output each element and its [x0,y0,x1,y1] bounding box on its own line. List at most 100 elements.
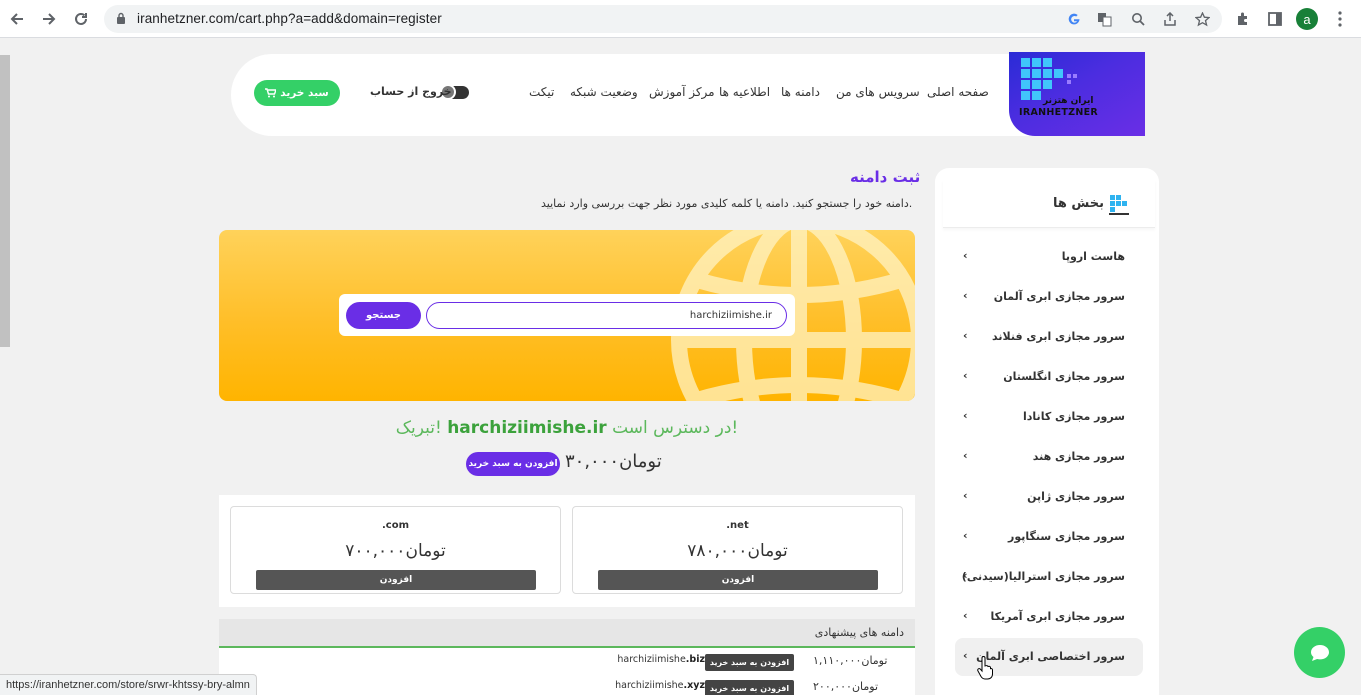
tld-price: ۷۸۰,۰۰۰تومان [687,541,788,561]
cart-icon [265,88,277,98]
sidebar-item-vps-singapore[interactable]: سرور مجازی سنگاپور ‹ [955,518,1143,556]
suggestion-row: ۱,۱۱۰,۰۰۰تومان افزودن به سبد خرید harchi… [219,649,915,673]
suggestion-price: ۲۰۰,۰۰۰تومان [813,680,879,693]
sidebar-item-label: سرور مجازی انگلستان [1003,370,1125,383]
chevron-left-icon: ‹ [963,649,968,662]
logo-text-fa: ایران هتزنر [1043,96,1094,106]
sidebar-item-vps-germany[interactable]: سرور مجازی ابری آلمان ‹ [955,278,1143,316]
logo-text-en: IRANHETZNER [1019,107,1099,118]
add-to-cart-button[interactable]: افزودن به سبد خرید [466,452,560,476]
sidebar-item-label: سرور مجازی کانادا [1023,410,1125,423]
sidebar-item-vps-india[interactable]: سرور مجازی هند ‹ [955,438,1143,476]
sidebar-item-vps-usa[interactable]: سرور مجازی ابری آمریکا ‹ [955,598,1143,636]
suggestion-domain-name: harchiziimishe [615,680,684,691]
chevron-left-icon: ‹ [963,369,968,382]
tld-card: .com ۷۰۰,۰۰۰تومان افزودن [230,506,561,594]
suggestion-row: ۲۰۰,۰۰۰تومان افزودن به سبد خرید harchizi… [219,675,915,695]
sidebar-item-label: سرور مجازی ابری آمریکا [990,610,1125,623]
forward-icon[interactable] [38,8,60,30]
chevron-left-icon: ‹ [963,329,968,342]
chevron-left-icon: ‹ [963,529,968,542]
share-icon[interactable] [1162,11,1178,27]
sidebar-item-label: سرور مجازی استرالیا(سیدنی) [961,570,1125,583]
chevron-left-icon: ‹ [963,489,968,502]
browser-toolbar: iranhetzner.com/cart.php?a=add&domain=re… [0,0,1361,38]
zoom-icon[interactable] [1130,11,1146,27]
suggestion-domain-name: harchiziimishe [617,654,686,665]
suggestion-add-button[interactable]: افزودن به سبد خرید [705,680,794,695]
google-icon[interactable] [1066,11,1082,27]
sidebar-item-vps-finland[interactable]: سرور مجازی ابری فنلاند ‹ [955,318,1143,356]
tld-add-button[interactable]: افزودن [256,570,536,590]
search-button[interactable]: جستجو [346,302,421,329]
lock-icon [117,12,125,24]
sidebar-item-label: سرور مجازی ابری آلمان [993,290,1125,303]
nav-knowledgebase[interactable]: مرکز آموزش [649,85,715,99]
address-bar[interactable]: iranhetzner.com/cart.php?a=add&domain=re… [104,5,1222,33]
more-menu-icon[interactable] [1330,9,1350,29]
chevron-left-icon: ‹ [963,569,968,582]
logout-link[interactable]: خروج از حساب [370,85,452,98]
suggestion-domain: harchiziimishe.biz [617,654,705,665]
page-scrollbar[interactable] [0,55,10,347]
page-description: دامنه خود را جستجو کنید. دامنه یا کلمه ک… [541,197,913,210]
suggestion-domain-tld: .xyz [683,680,705,691]
nav-announcements[interactable]: اطلاعیه ها [719,85,770,99]
suggestion-price: ۱,۱۱۰,۰۰۰تومان [813,654,888,667]
suggestion-add-button[interactable]: افزودن به سبد خرید [705,654,794,671]
extensions-icon[interactable] [1233,9,1253,29]
sidebar-item-label: سرور اختصاصی ابری آلمان [976,650,1125,663]
tld-add-button[interactable]: افزودن [598,570,878,590]
sidebar-item-label: سرور مجازی ژاپن [1027,490,1125,503]
tld-name: .com [381,520,410,531]
translate-icon[interactable] [1096,11,1112,27]
reload-icon[interactable] [70,8,92,30]
chat-button[interactable] [1294,627,1345,678]
nav-home[interactable]: صفحه اصلی [927,85,989,99]
bookmark-star-icon[interactable] [1194,11,1210,27]
sidebar-item-vps-uk[interactable]: سرور مجازی انگلستان ‹ [955,358,1143,396]
nav-domains[interactable]: دامنه ها [781,85,820,99]
suggestion-domain: harchiziimishe.xyz [615,680,705,691]
chevron-left-icon: ‹ [963,609,968,622]
profile-avatar[interactable]: a [1296,8,1318,30]
link-status-bar: https://iranhetzner.com/store/srwr-khtss… [0,674,257,695]
cart-button[interactable]: سبد خرید [254,80,340,106]
nav-network-status[interactable]: وضعیت شبکه [570,85,638,99]
site-logo[interactable]: ایران هتزنر IRANHETZNER [1009,52,1145,136]
suggestions-title: دامنه های پیشنهادی [814,626,904,639]
chevron-left-icon: ‹ [963,449,968,462]
url-text: iranhetzner.com/cart.php?a=add&domain=re… [137,11,442,26]
tld-card: .net ۷۸۰,۰۰۰تومان افزودن [572,506,903,594]
sidebar-item-vps-canada[interactable]: سرور مجازی کانادا ‹ [955,398,1143,436]
tld-price: ۷۰۰,۰۰۰تومان [345,541,446,561]
sidebar-item-label: سرور مجازی سنگاپور [1008,530,1125,543]
cart-button-label: سبد خرید [280,87,329,99]
domain-price: ۳۰,۰۰۰تومان [565,451,662,472]
chevron-left-icon: ‹ [963,289,968,302]
chat-bubble-icon [1310,644,1329,661]
domain-search-input[interactable] [426,302,787,329]
avail-domain: harchiziimishe.ir [447,418,607,438]
suggestion-domain-tld: .biz [685,654,705,665]
sidebar-item-vps-australia[interactable]: سرور مجازی استرالیا(سیدنی) ‹ [955,558,1143,596]
nav-ticket[interactable]: تیکت [529,85,554,99]
sidebar-logo-icon [1109,195,1129,215]
back-icon[interactable] [6,8,28,30]
avail-prefix: تبریک! [395,418,442,438]
nav-my-services[interactable]: سرویس های من [836,85,920,99]
sidebar-item-vps-japan[interactable]: سرور مجازی ژاپن ‹ [955,478,1143,516]
chevron-left-icon: ‹ [963,409,968,422]
side-panel-icon[interactable] [1265,9,1285,29]
page-title: ثبت دامنه [850,168,921,186]
sidebar-item-label: سرور مجازی هند [1032,450,1125,463]
sidebar-item-europe-host[interactable]: هاست اروپا ‹ [955,238,1143,276]
chevron-left-icon: ‹ [963,249,968,262]
hand-cursor-icon [977,656,993,680]
tld-name: .net [726,520,749,531]
availability-message: تبریک! harchiziimishe.ir در دسترس است! [219,418,915,438]
sidebar-item-label: هاست اروپا [1061,250,1125,263]
avail-suffix: در دسترس است! [612,418,739,438]
sidebar-item-label: سرور مجازی ابری فنلاند [992,330,1125,343]
sidebar-title: بخش ها [1053,196,1105,211]
